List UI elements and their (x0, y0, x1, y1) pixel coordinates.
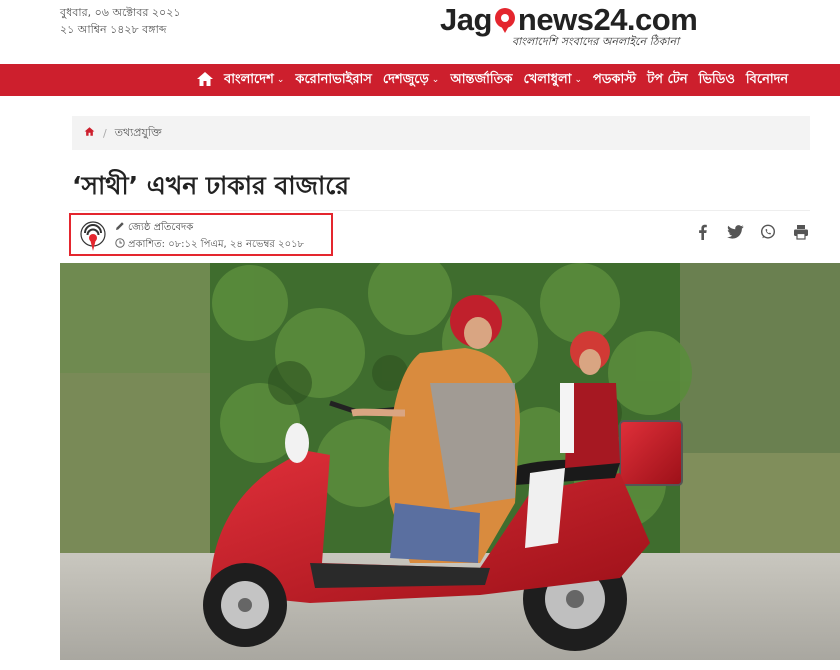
pencil-icon (115, 221, 125, 234)
nav-item-6[interactable]: টপ টেন (647, 70, 688, 91)
nav-item-4[interactable]: খেলাধুলা ⌄ (523, 70, 582, 91)
nav-item-0[interactable]: বাংলাদেশ ⌄ (224, 70, 284, 91)
facebook-icon[interactable] (692, 222, 712, 242)
gregorian-date: বুধবার, ০৬ অক্টোবর ২০২১ (60, 6, 181, 19)
nav-item-label: বিনোদন (745, 71, 789, 87)
nav-item-8[interactable]: বিনোদন (746, 70, 788, 91)
logo-prefix: Jag (440, 2, 492, 37)
breadcrumb-separator: / (103, 126, 107, 140)
chevron-down-icon: ⌄ (574, 75, 582, 85)
nav-item-label: আন্তর্জাতিক (450, 71, 513, 87)
whatsapp-icon[interactable] (758, 222, 778, 242)
clock-icon (115, 238, 125, 251)
nav-item-7[interactable]: ভিডিও (699, 70, 735, 91)
logo-tagline: বাংলাদেশি সংবাদের অনলাইনে ঠিকানা (512, 35, 680, 48)
home-icon[interactable] (196, 70, 214, 88)
publish-time: প্রকাশিত: ০৮:১২ পিএম, ২৪ নভেম্বর ২০১৮ (128, 239, 305, 250)
bengali-date: ২১ আশ্বিন ১৪২৮ বঙ্গাব্দ (60, 23, 167, 36)
twitter-icon[interactable] (725, 222, 745, 242)
chevron-down-icon: ⌄ (276, 75, 285, 85)
print-icon[interactable] (791, 222, 811, 242)
nav-item-2[interactable]: দেশজুড়ে ⌄ (383, 70, 439, 91)
nav-item-label: ভিডিও (698, 71, 735, 87)
author-avatar (79, 221, 107, 253)
article-meta: জ্যেষ্ঠ প্রতিবেদক প্রকাশিত: ০৮:১২ পিএম, … (69, 213, 333, 256)
author-line: জ্যেষ্ঠ প্রতিবেদক (115, 220, 193, 237)
breadcrumb-category-link[interactable]: তথ্যপ্রযুক্তি (115, 124, 162, 143)
nav-item-5[interactable]: পডকাস্ট (593, 70, 636, 91)
site-header: বুধবার, ০৬ অক্টোবর ২০২১ ২১ আশ্বিন ১৪২৮ ব… (0, 0, 840, 64)
nav-menu: বাংলাদেশ ⌄ করোনাভাইরাস দেশজুড়ে ⌄ আন্তর্জাতিক… (224, 64, 799, 96)
nav-item-label: পডকাস্ট (593, 71, 637, 87)
main-navbar: বাংলাদেশ ⌄ করোনাভাইরাস দেশজুড়ে ⌄ আন্তর্জাতিক… (0, 64, 840, 96)
nav-item-label: করোনাভাইরাস (295, 71, 372, 87)
breadcrumb: / তথ্যপ্রযুক্তি (72, 116, 810, 150)
site-logo[interactable]: Jag news24.com বাংলাদেশি সংবাদের অনলাইনে … (440, 2, 710, 54)
logo-pin-icon (492, 5, 518, 33)
author-name[interactable]: জ্যেষ্ঠ প্রতিবেদক (128, 222, 193, 233)
nav-item-label: দেশজুড়ে (382, 71, 429, 87)
chevron-down-icon: ⌄ (431, 75, 440, 85)
nav-item-3[interactable]: আন্তর্জাতিক (450, 70, 512, 91)
nav-item-label: বাংলাদেশ (224, 71, 274, 87)
divider (72, 210, 810, 211)
nav-item-label: টপ টেন (647, 71, 688, 87)
share-bar (692, 222, 811, 242)
nav-item-label: খেলাধুলা (523, 71, 572, 87)
scooter-photo (60, 263, 840, 660)
date-block: বুধবার, ০৬ অক্টোবর ২০২১ ২১ আশ্বিন ১৪২৮ ব… (60, 4, 180, 38)
breadcrumb-home-icon[interactable] (84, 126, 95, 140)
article-hero-image (60, 263, 840, 660)
article-title: ‘সাথী’ এখন ঢাকার বাজারে (72, 171, 350, 200)
nav-item-1[interactable]: করোনাভাইরাস (295, 70, 372, 91)
publish-time-line: প্রকাশিত: ০৮:১২ পিএম, ২৪ নভেম্বর ২০১৮ (115, 237, 304, 254)
logo-suffix: news24.com (517, 2, 698, 37)
